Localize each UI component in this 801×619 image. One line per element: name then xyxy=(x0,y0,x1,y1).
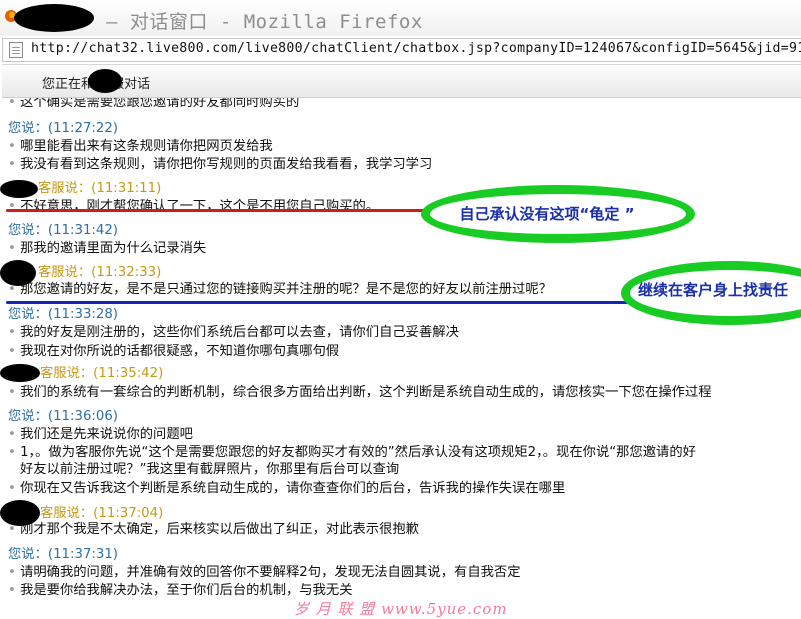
bullet-icon: • xyxy=(8,157,21,172)
bullet-icon: • xyxy=(8,565,21,580)
bullet-icon: • xyxy=(8,98,21,110)
chat-message: • 我们还是先来说说你的问题吧 xyxy=(8,427,193,442)
chat-message: • 我现在对你所说的话都很疑惑，不知道你哪句真哪句假 xyxy=(8,344,340,359)
chat-label-me: 您说：(11:36:06) xyxy=(8,409,118,424)
redaction-blot xyxy=(88,69,122,93)
chat-message: • 那您邀请的好友，是不是只通过您的链接购买并注册的呢？是不是您的好友以前注册过… xyxy=(8,282,552,297)
chat-message: • 我们的系统有一套综合的判断机制，综合很多方面给出判断，这个判断是系统自动生成… xyxy=(8,385,712,400)
chat-label-cs: 客服说：(11:31:11) xyxy=(38,181,162,196)
chat-message: • 你现在又告诉我这个判断是系统自动生成的，请你查查你们的后台，告诉我的操作失误… xyxy=(8,481,566,496)
page-icon xyxy=(9,42,23,58)
bullet-icon: • xyxy=(8,139,21,154)
bullet-icon: • xyxy=(8,344,21,359)
redaction-blot xyxy=(14,4,94,32)
chat-message: • 请明确我的问题，并准确有效的回答你不要解释2句，发现无法自圆其说，有自我否定 xyxy=(8,565,521,580)
url-text[interactable]: http://chat32.live800.com/live800/chatCl… xyxy=(31,41,801,56)
chat-message: • 哪里能看出来有这条规则请你把网页发给我 xyxy=(8,139,273,154)
redaction-blot xyxy=(0,180,38,198)
bullet-icon: • xyxy=(8,445,21,460)
watermark: 岁 月 联 盟 www.5yue.com xyxy=(294,600,508,618)
chat-label-me: 您说：(11:27:22) xyxy=(8,121,118,136)
chat-label-me: 您说：(11:33:28) xyxy=(8,307,118,322)
bullet-icon: • xyxy=(8,241,21,256)
bullet-icon: • xyxy=(8,385,21,400)
red-underline xyxy=(6,209,430,212)
chat-message: • 我没有看到这条规则，请你把你写规则的页面发给我看看，我学习学习 xyxy=(8,157,433,172)
chat-label-me: 您说：(11:37:31) xyxy=(8,547,118,562)
address-bar[interactable]: http://chat32.live800.com/live800/chatCl… xyxy=(2,38,801,62)
title-bar: — 对话窗口 - Mozilla Firefox xyxy=(0,0,801,36)
chat-label-cs: 客服说：(11:35:42) xyxy=(40,366,164,381)
chat-message: • 不好意思，刚才帮您确认了一下，这个是不用您自己购买的。 xyxy=(8,199,380,214)
chat-message-continuation: 好友以前注册过呢？”我这里有截屏照片，你那里有后台可以查询 xyxy=(20,462,400,477)
bullet-icon: • xyxy=(8,522,21,537)
window-title: — 对话窗口 - Mozilla Firefox xyxy=(106,11,423,33)
chat-label-me: 您说：(11:31:42) xyxy=(8,223,118,238)
callout-note-1: 自己承认没有这项“龟定 ” xyxy=(430,194,686,234)
bullet-icon: • xyxy=(8,583,21,598)
chat-message: • 这个确实是需要您跟您邀请的好友都同时购买的 xyxy=(8,98,299,113)
bullet-icon: • xyxy=(8,325,21,340)
chat-message: • 那我的邀请里面为什么记录消失 xyxy=(8,241,207,256)
chat-log[interactable]: • 这个确实是需要您跟您邀请的好友都同时购买的 您说：(11:27:22) • … xyxy=(0,98,801,619)
blue-underline xyxy=(6,301,630,304)
chat-header: 您正在和 客服对话 xyxy=(2,64,801,98)
bullet-icon: • xyxy=(8,282,21,297)
chat-message: • 我的好友是刚注册的，这些你们系统后台都可以去查，请你们自己妥善解决 xyxy=(8,325,459,340)
bullet-icon: • xyxy=(8,481,21,496)
bullet-icon: • xyxy=(8,427,21,442)
chat-message: • 刚才那个我是不太确定，后来核实以后做出了纠正，对此表示很抱歉 xyxy=(8,522,419,537)
redaction-blot xyxy=(0,364,40,382)
